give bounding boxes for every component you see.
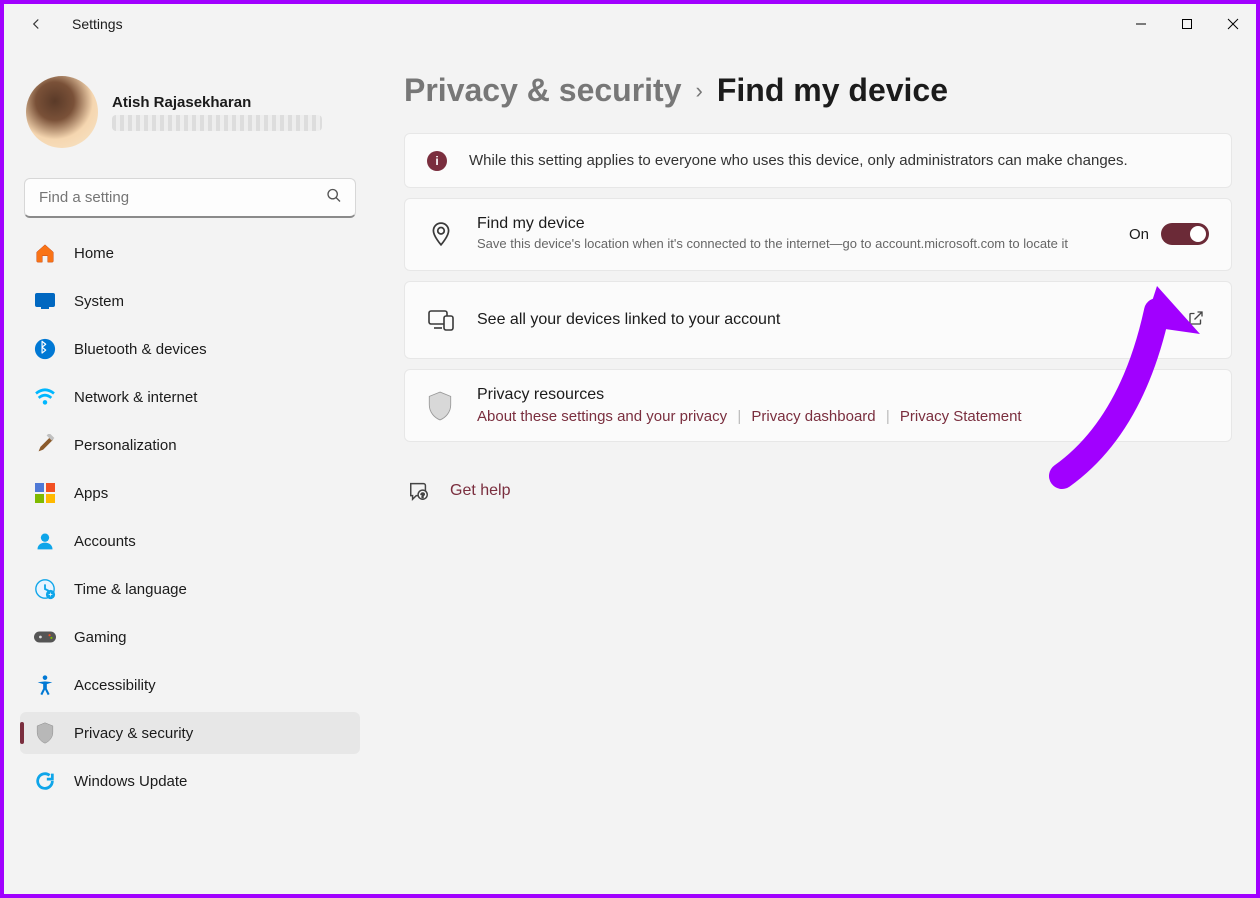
shield-icon bbox=[34, 722, 56, 744]
sidebar-item-apps[interactable]: Apps bbox=[20, 472, 360, 514]
apps-icon bbox=[34, 482, 56, 504]
link-label: See all your devices linked to your acco… bbox=[477, 311, 1165, 329]
privacy-resources-card: Privacy resources About these settings a… bbox=[404, 369, 1232, 442]
update-icon bbox=[34, 770, 56, 792]
sidebar-item-label: System bbox=[74, 293, 124, 310]
system-icon bbox=[34, 290, 56, 312]
sidebar-item-windows-update[interactable]: Windows Update bbox=[20, 760, 360, 802]
sidebar-item-label: Time & language bbox=[74, 581, 187, 598]
close-icon bbox=[1227, 18, 1239, 30]
sidebar-item-time-language[interactable]: Time & language bbox=[20, 568, 360, 610]
find-my-device-card: Find my device Save this device's locati… bbox=[404, 198, 1232, 271]
help-icon: ? bbox=[408, 480, 430, 502]
search-input[interactable] bbox=[24, 178, 356, 218]
sidebar-item-label: Personalization bbox=[74, 437, 177, 454]
external-link-icon bbox=[1187, 309, 1209, 331]
user-name: Atish Rajasekharan bbox=[112, 94, 322, 111]
sidebar-item-label: Accessibility bbox=[74, 677, 156, 694]
wifi-icon bbox=[34, 386, 56, 408]
get-help-link[interactable]: Get help bbox=[450, 482, 510, 500]
minimize-icon bbox=[1135, 18, 1147, 30]
app-title: Settings bbox=[72, 16, 123, 32]
sidebar-item-label: Apps bbox=[74, 485, 108, 502]
devices-icon bbox=[427, 306, 455, 334]
sidebar-item-label: Accounts bbox=[74, 533, 136, 550]
user-account-row[interactable]: Atish Rajasekharan bbox=[20, 72, 360, 158]
sidebar-item-network[interactable]: Network & internet bbox=[20, 376, 360, 418]
sidebar-item-label: Privacy & security bbox=[74, 725, 193, 742]
card-subtitle: Save this device's location when it's co… bbox=[477, 235, 1107, 254]
sidebar-item-label: Home bbox=[74, 245, 114, 262]
maximize-button[interactable] bbox=[1164, 4, 1210, 44]
bluetooth-icon bbox=[34, 338, 56, 360]
sidebar-item-privacy-security[interactable]: Privacy & security bbox=[20, 712, 360, 754]
about-privacy-link[interactable]: About these settings and your privacy bbox=[477, 408, 727, 425]
svg-text:?: ? bbox=[421, 492, 425, 499]
minimize-button[interactable] bbox=[1118, 4, 1164, 44]
find-my-device-toggle[interactable] bbox=[1161, 223, 1209, 245]
sidebar-item-bluetooth[interactable]: Bluetooth & devices bbox=[20, 328, 360, 370]
brush-icon bbox=[34, 434, 56, 456]
privacy-heading: Privacy resources bbox=[477, 386, 1209, 404]
sidebar-item-label: Gaming bbox=[74, 629, 127, 646]
sidebar-item-accounts[interactable]: Accounts bbox=[20, 520, 360, 562]
sidebar-item-accessibility[interactable]: Accessibility bbox=[20, 664, 360, 706]
chevron-right-icon: › bbox=[696, 78, 703, 104]
admin-info-banner: i While this setting applies to everyone… bbox=[404, 133, 1232, 188]
accounts-icon bbox=[34, 530, 56, 552]
breadcrumb-parent[interactable]: Privacy & security bbox=[404, 72, 682, 109]
user-email-redacted bbox=[112, 115, 322, 131]
sidebar: Atish Rajasekharan Home System Bluetooth… bbox=[0, 48, 372, 898]
card-title: Find my device bbox=[477, 215, 1107, 233]
sidebar-item-label: Windows Update bbox=[74, 773, 187, 790]
page-title: Find my device bbox=[717, 72, 948, 109]
maximize-icon bbox=[1181, 18, 1193, 30]
banner-text: While this setting applies to everyone w… bbox=[469, 150, 1128, 171]
avatar bbox=[26, 76, 98, 148]
search-icon bbox=[326, 188, 342, 209]
privacy-dashboard-link[interactable]: Privacy dashboard bbox=[751, 408, 875, 425]
breadcrumb: Privacy & security › Find my device bbox=[404, 72, 1232, 109]
back-button[interactable] bbox=[16, 4, 56, 44]
arrow-left-icon bbox=[27, 15, 45, 33]
main-content: Privacy & security › Find my device i Wh… bbox=[372, 48, 1260, 898]
sidebar-item-home[interactable]: Home bbox=[20, 232, 360, 274]
see-all-devices-link[interactable]: See all your devices linked to your acco… bbox=[404, 281, 1232, 359]
privacy-statement-link[interactable]: Privacy Statement bbox=[900, 408, 1022, 425]
accessibility-icon bbox=[34, 674, 56, 696]
info-icon: i bbox=[427, 151, 447, 171]
location-pin-icon bbox=[427, 220, 455, 248]
sidebar-item-label: Bluetooth & devices bbox=[74, 341, 207, 358]
shield-icon bbox=[427, 391, 455, 419]
sidebar-item-system[interactable]: System bbox=[20, 280, 360, 322]
gaming-icon bbox=[34, 626, 56, 648]
toggle-state-label: On bbox=[1129, 226, 1149, 243]
titlebar: Settings bbox=[0, 0, 1260, 48]
sidebar-item-gaming[interactable]: Gaming bbox=[20, 616, 360, 658]
sidebar-item-label: Network & internet bbox=[74, 389, 197, 406]
sidebar-item-personalization[interactable]: Personalization bbox=[20, 424, 360, 466]
clock-icon bbox=[34, 578, 56, 600]
close-button[interactable] bbox=[1210, 4, 1256, 44]
home-icon bbox=[34, 242, 56, 264]
